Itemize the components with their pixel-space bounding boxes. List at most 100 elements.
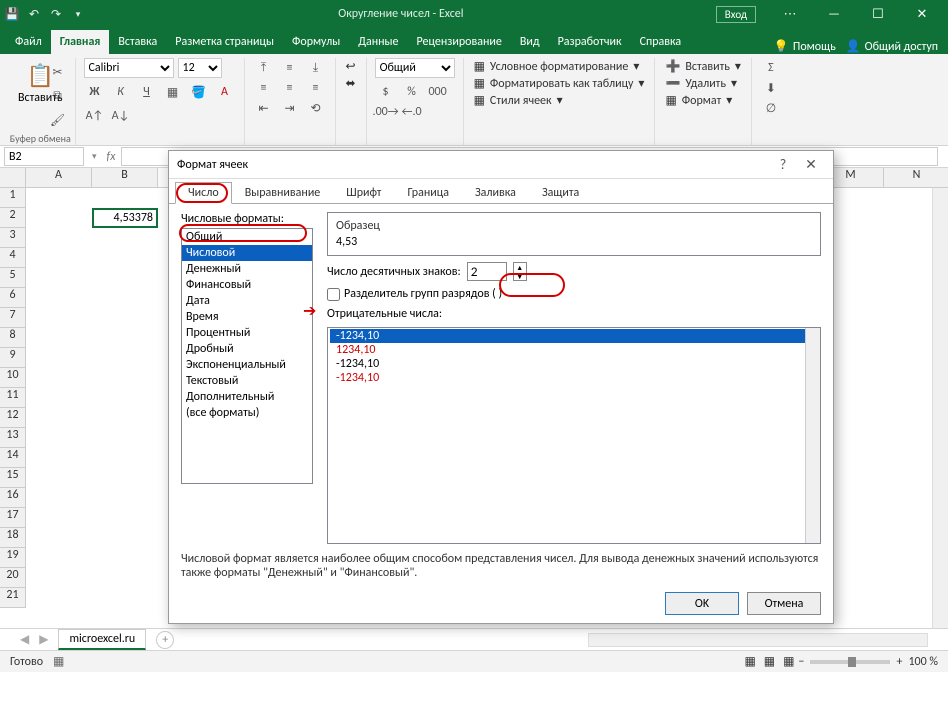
undo-icon[interactable]: ↶: [26, 6, 42, 22]
increase-font-icon[interactable]: A↑: [84, 106, 106, 126]
category-item[interactable]: Время: [182, 309, 312, 325]
format-painter-icon[interactable]: 🖌: [47, 110, 69, 130]
maximize-icon[interactable]: ☐: [856, 0, 900, 28]
view-normal-icon[interactable]: ▦: [740, 654, 759, 669]
negative-item[interactable]: -1234,10: [330, 357, 818, 371]
align-center-icon[interactable]: ≡: [279, 78, 301, 98]
tab-insert[interactable]: Вставка: [109, 30, 166, 54]
cancel-button[interactable]: Отмена: [747, 592, 821, 615]
merge-button[interactable]: ⬌: [344, 75, 358, 92]
category-item[interactable]: Экспоненциальный: [182, 357, 312, 373]
row-header[interactable]: 13: [0, 428, 26, 448]
tab-data[interactable]: Данные: [349, 30, 407, 54]
macro-record-icon[interactable]: ▦: [53, 654, 64, 669]
cell-styles-button[interactable]: ▦Стили ячеек▾: [472, 92, 647, 109]
dlg-tab-alignment[interactable]: Выравнивание: [232, 182, 334, 204]
tab-review[interactable]: Рецензирование: [408, 30, 511, 54]
view-page-break-icon[interactable]: ▦: [779, 654, 798, 669]
bold-button[interactable]: Ж: [84, 82, 106, 102]
dlg-tab-fill[interactable]: Заливка: [462, 182, 529, 204]
row-header[interactable]: 6: [0, 288, 26, 308]
row-header[interactable]: 2: [0, 208, 26, 228]
tellme-button[interactable]: 💡Помощь: [774, 39, 836, 54]
percent-icon[interactable]: %: [401, 82, 423, 102]
insert-cells-button[interactable]: ➕Вставить▾: [663, 58, 743, 75]
row-header[interactable]: 9: [0, 348, 26, 368]
dlg-tab-protection[interactable]: Защита: [529, 182, 592, 204]
cut-icon[interactable]: ✂: [47, 62, 69, 82]
thousands-separator-checkbox[interactable]: [327, 288, 340, 301]
col-header[interactable]: B: [92, 168, 158, 188]
category-item[interactable]: Дата: [182, 293, 312, 309]
negative-item[interactable]: 1234,10: [330, 343, 818, 357]
category-item[interactable]: Процентный: [182, 325, 312, 341]
tab-file[interactable]: Файл: [6, 30, 51, 54]
row-header[interactable]: 7: [0, 308, 26, 328]
zoom-in-icon[interactable]: +: [896, 655, 902, 669]
tab-home[interactable]: Главная: [51, 30, 110, 54]
tab-developer[interactable]: Разработчик: [549, 30, 631, 54]
comma-icon[interactable]: 000: [427, 82, 449, 102]
category-list[interactable]: Общий Числовой Денежный Финансовый Дата …: [181, 228, 313, 484]
cell-b2[interactable]: 4,53378: [92, 208, 158, 228]
border-icon[interactable]: ▦: [162, 82, 184, 102]
qat-dropdown-icon[interactable]: ▾: [70, 6, 86, 22]
row-header[interactable]: 14: [0, 448, 26, 468]
zoom-level[interactable]: 100 %: [908, 655, 938, 669]
negative-item[interactable]: -1234,10: [330, 371, 818, 385]
zoom-out-icon[interactable]: −: [798, 655, 804, 669]
view-page-layout-icon[interactable]: ▦: [760, 654, 779, 669]
align-top-icon[interactable]: ⤒: [253, 58, 275, 78]
dialog-help-icon[interactable]: ?: [769, 156, 797, 173]
row-header[interactable]: 18: [0, 528, 26, 548]
tab-formulas[interactable]: Формулы: [283, 30, 349, 54]
negative-numbers-list[interactable]: -1234,10 1234,10 -1234,10 -1234,10: [327, 327, 821, 544]
category-item[interactable]: Числовой: [182, 245, 312, 261]
row-header[interactable]: 19: [0, 548, 26, 568]
align-right-icon[interactable]: ≡: [305, 78, 327, 98]
ok-button[interactable]: OK: [665, 592, 739, 615]
category-item[interactable]: (все форматы): [182, 405, 312, 421]
row-header[interactable]: 12: [0, 408, 26, 428]
format-table-button[interactable]: ▦Форматировать как таблицу▾: [472, 75, 647, 92]
row-header[interactable]: 17: [0, 508, 26, 528]
zoom-slider[interactable]: [810, 660, 890, 664]
ribbon-options-icon[interactable]: ⋯: [768, 0, 812, 28]
wrap-text-button[interactable]: ↩: [344, 58, 358, 75]
spinner-up-icon[interactable]: ▲: [514, 263, 526, 272]
sheet-tab[interactable]: microexcel.ru: [58, 629, 146, 650]
indent-decrease-icon[interactable]: ⇤: [253, 98, 275, 118]
row-header[interactable]: 1: [0, 188, 26, 208]
negative-list-scrollbar[interactable]: [805, 328, 820, 543]
row-header[interactable]: 21: [0, 588, 26, 608]
tab-view[interactable]: Вид: [511, 30, 549, 54]
dlg-tab-font[interactable]: Шрифт: [333, 182, 394, 204]
negative-item[interactable]: -1234,10: [330, 329, 818, 343]
autosum-icon[interactable]: Σ: [760, 58, 782, 78]
decrease-decimal-icon[interactable]: ←.0: [401, 102, 423, 122]
indent-increase-icon[interactable]: ⇥: [279, 98, 301, 118]
sheet-nav-prev-icon[interactable]: ◀: [20, 632, 29, 647]
row-header[interactable]: 15: [0, 468, 26, 488]
clear-icon[interactable]: ∅: [760, 98, 782, 118]
horizontal-scrollbar[interactable]: [588, 633, 928, 647]
name-box-dropdown-icon[interactable]: ▾: [88, 151, 101, 162]
align-left-icon[interactable]: ≡: [253, 78, 275, 98]
dialog-close-icon[interactable]: ✕: [797, 156, 825, 173]
category-item[interactable]: Финансовый: [182, 277, 312, 293]
decimals-input[interactable]: [467, 262, 507, 281]
row-header[interactable]: 5: [0, 268, 26, 288]
dlg-tab-border[interactable]: Граница: [394, 182, 462, 204]
italic-button[interactable]: К: [110, 82, 132, 102]
font-color-icon[interactable]: A: [214, 82, 236, 102]
number-format-select[interactable]: Общий: [375, 58, 455, 78]
col-header[interactable]: A: [26, 168, 92, 188]
col-header[interactable]: N: [884, 168, 948, 188]
delete-cells-button[interactable]: ➖Удалить▾: [663, 75, 743, 92]
row-header[interactable]: 20: [0, 568, 26, 588]
save-icon[interactable]: 💾: [4, 6, 20, 22]
underline-button[interactable]: Ч: [136, 82, 158, 102]
share-button[interactable]: 👤Общий доступ: [846, 39, 938, 54]
conditional-format-button[interactable]: ▦Условное форматирование▾: [472, 58, 647, 75]
category-item[interactable]: Дробный: [182, 341, 312, 357]
